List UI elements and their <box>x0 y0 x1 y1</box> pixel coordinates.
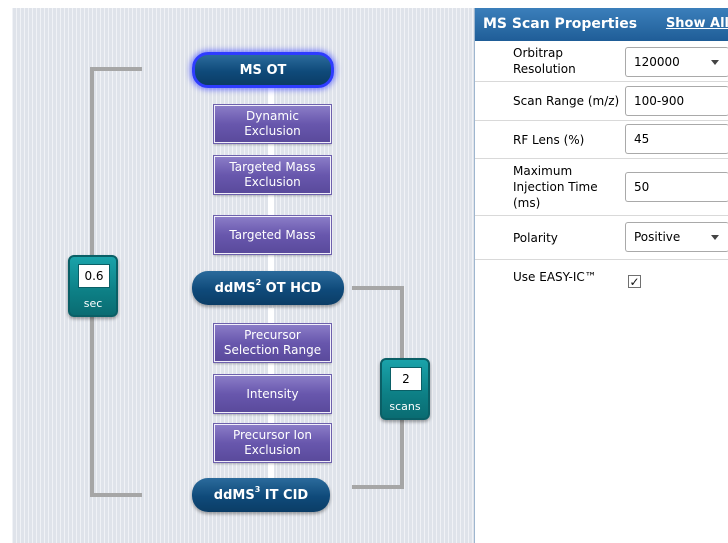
filter-label-line: Exclusion <box>244 124 301 138</box>
ddms2-ot-hcd-node[interactable]: ddMS2 OT HCD <box>192 271 344 305</box>
cycle-time-value[interactable]: 0.6 <box>78 264 110 288</box>
precursor-ion-exclusion-filter[interactable]: Precursor Ion Exclusion <box>213 423 332 463</box>
max-injection-time-input[interactable]: 50 <box>625 172 728 202</box>
rf-lens-row: RF Lens (%) 45 <box>475 121 728 159</box>
cycle-time-badge[interactable]: 0.6 sec <box>68 255 118 317</box>
use-easy-ic-label: Use EASY-IC™ <box>513 270 597 284</box>
ddms2-label: ddMS2 OT HCD <box>214 278 322 296</box>
chevron-down-icon[interactable] <box>711 235 719 240</box>
orbitrap-resolution-row: Orbitrap Resolution 120000 <box>475 41 728 82</box>
loop-bracket-top <box>352 286 404 290</box>
orbitrap-resolution-select[interactable]: 120000 <box>625 47 728 77</box>
loop-bracket-bottom <box>352 485 404 489</box>
max-injection-time-label: Maximum Injection Time (ms) <box>513 164 598 210</box>
filter-label-line: Selection Range <box>223 343 322 357</box>
polarity-value: Positive <box>634 230 681 244</box>
ddms2-superscript: 2 <box>255 278 262 288</box>
cycle-time-unit: sec <box>83 297 103 310</box>
filter-label-line: Precursor Ion <box>232 428 313 442</box>
filter-label-line: Targeted Mass <box>229 160 316 174</box>
panel-header: MS Scan Properties Show All <box>475 8 728 41</box>
ms-scan-properties-panel: MS Scan Properties Show All Orbitrap Res… <box>474 8 728 543</box>
ddms3-suffix: IT CID <box>260 487 309 503</box>
loop-count-value[interactable]: 2 <box>390 367 422 391</box>
rf-lens-label: RF Lens (%) <box>513 132 585 147</box>
orbitrap-resolution-value: 120000 <box>634 55 680 69</box>
loop-count-unit: scans <box>389 400 421 413</box>
polarity-row: Polarity Positive <box>475 216 728 260</box>
targeted-mass-exclusion-filter[interactable]: Targeted Mass Exclusion <box>213 155 332 195</box>
filter-label-line: Exclusion <box>244 443 301 457</box>
ddms3-superscript: 3 <box>254 485 261 495</box>
max-injection-time-value: 50 <box>634 180 650 194</box>
ddms2-suffix: OT HCD <box>261 280 322 296</box>
ddms2-prefix: ddMS <box>214 280 256 296</box>
scan-range-input[interactable]: 100-900 <box>625 86 728 116</box>
filter-label-line: Intensity <box>246 386 299 401</box>
scan-range-label: Scan Range (m/z) <box>513 94 620 108</box>
cycle-bracket-bottom <box>90 493 142 497</box>
filter-label-line: Targeted Mass <box>229 227 316 242</box>
scan-range-row: Scan Range (m/z) 100-900 <box>475 82 728 121</box>
use-easy-ic-checkbox[interactable]: ✓ <box>628 275 641 288</box>
checkmark-icon: ✓ <box>629 274 640 289</box>
polarity-select[interactable]: Positive <box>625 222 728 252</box>
rf-lens-value: 45 <box>634 132 650 146</box>
rf-lens-input[interactable]: 45 <box>625 124 728 154</box>
ms-ot-label: MS OT <box>239 62 287 78</box>
targeted-mass-filter[interactable]: Targeted Mass <box>213 215 332 255</box>
ddms3-prefix: ddMS <box>213 487 255 503</box>
filter-label-line: Precursor <box>244 328 301 342</box>
intensity-filter[interactable]: Intensity <box>213 374 332 414</box>
loop-count-badge[interactable]: 2 scans <box>380 358 430 420</box>
ms-ot-node[interactable]: MS OT <box>192 52 334 88</box>
dynamic-exclusion-filter[interactable]: Dynamic Exclusion <box>213 104 332 144</box>
max-injection-time-row: Maximum Injection Time (ms) 50 <box>475 159 728 216</box>
panel-title: MS Scan Properties <box>483 16 638 32</box>
show-all-link[interactable]: Show All <box>666 16 728 31</box>
ddms3-label: ddMS3 IT CID <box>213 485 309 503</box>
polarity-label: Polarity <box>513 230 558 245</box>
chevron-down-icon[interactable] <box>711 60 719 65</box>
method-tree-canvas: MS OT Dynamic Exclusion Targeted Mass Ex… <box>12 8 474 543</box>
filter-label-line: Exclusion <box>244 175 301 189</box>
cycle-bracket-top <box>90 67 142 71</box>
orbitrap-resolution-label: Orbitrap Resolution <box>513 46 576 76</box>
ddms3-it-cid-node[interactable]: ddMS3 IT CID <box>192 478 330 512</box>
filter-label-line: Dynamic <box>246 109 299 123</box>
scan-range-value: 100-900 <box>634 94 685 108</box>
precursor-selection-range-filter[interactable]: Precursor Selection Range <box>213 323 332 363</box>
